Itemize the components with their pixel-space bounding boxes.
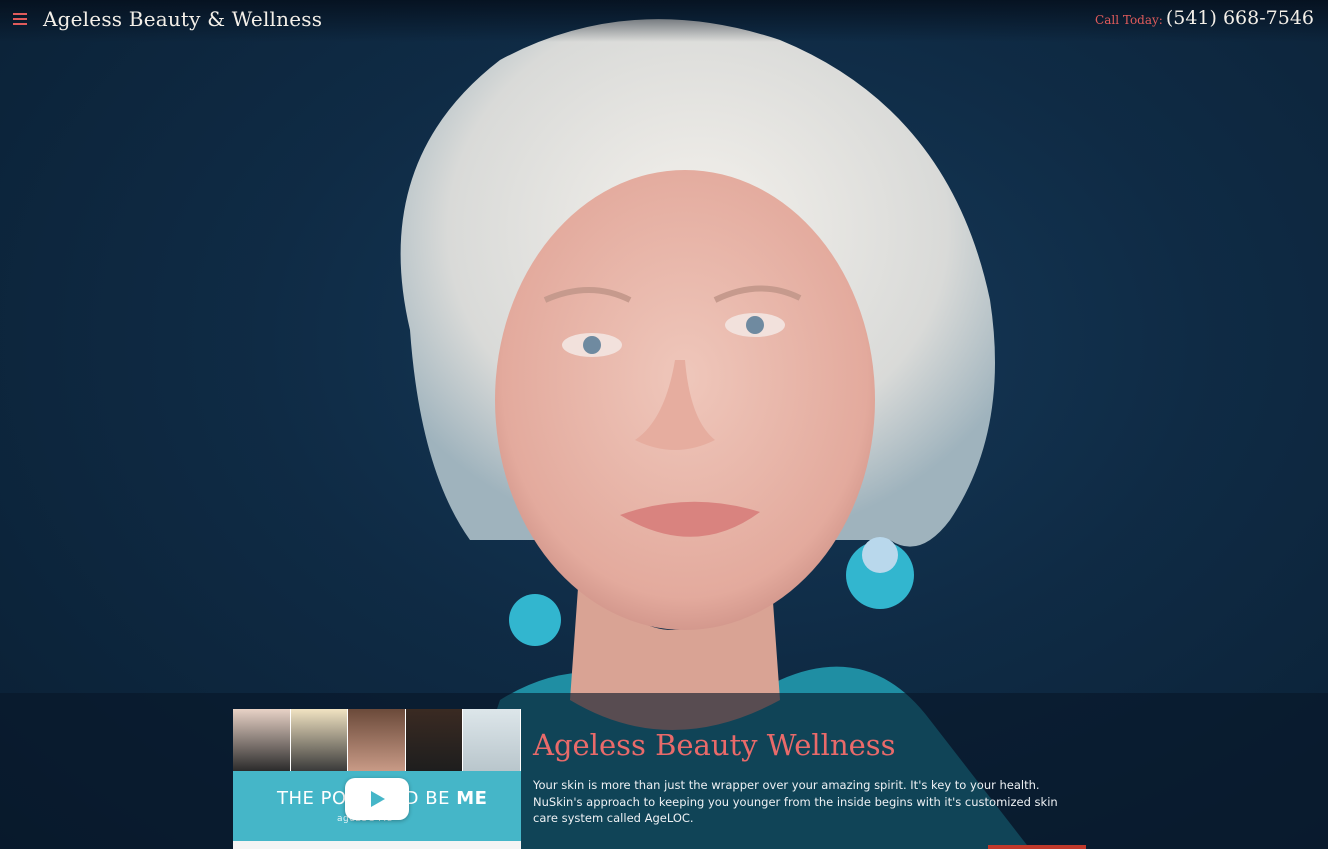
call-today: Call Today: (541) 668-7546 (1095, 7, 1314, 29)
top-navigation-bar: Ageless Beauty & Wellness Call Today: (54… (0, 0, 1328, 42)
model-photo (348, 709, 406, 771)
play-icon[interactable] (345, 778, 409, 820)
model-photo (463, 709, 521, 771)
model-photo (233, 709, 291, 771)
video-thumbnail[interactable]: THE POD BE ME ageLOC Me (233, 709, 521, 849)
model-photo (290, 709, 349, 771)
call-today-label: Call Today: (1095, 13, 1163, 27)
model-photo (405, 709, 464, 771)
phone-number-link[interactable]: (541) 668-7546 (1166, 7, 1314, 29)
cta-button-edge[interactable] (988, 845, 1086, 849)
hamburger-menu-icon[interactable] (13, 13, 27, 25)
model-faces-strip (233, 709, 521, 771)
site-title[interactable]: Ageless Beauty & Wellness (43, 7, 322, 31)
intro-heading: Ageless Beauty Wellness (533, 728, 896, 762)
intro-text: Your skin is more than just the wrapper … (533, 778, 1058, 825)
